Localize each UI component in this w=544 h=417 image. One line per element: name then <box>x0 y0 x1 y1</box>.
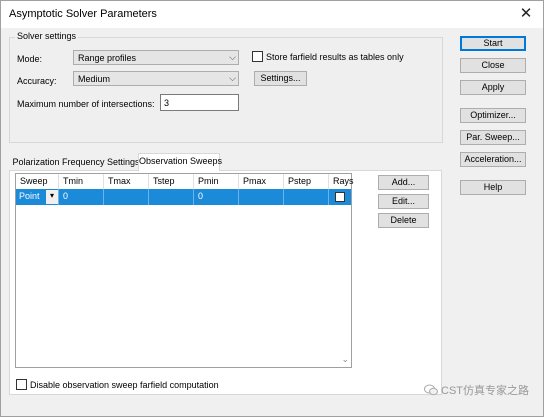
tmin-cell[interactable]: 0 <box>59 189 104 205</box>
wechat-icon <box>423 384 438 396</box>
chevron-down-icon: ⌵ <box>229 73 236 83</box>
close-icon[interactable]: ✕ <box>515 3 537 25</box>
edit-button[interactable]: Edit... <box>378 194 429 209</box>
disable-sweep-checkbox[interactable] <box>16 379 27 390</box>
mode-dropdown[interactable]: Range profiles ⌵ <box>73 50 239 65</box>
rays-checkbox[interactable] <box>335 192 345 202</box>
store-farfield-checkbox[interactable] <box>252 51 263 62</box>
column-header-pstep: Pstep <box>284 174 329 189</box>
apply-button[interactable]: Apply <box>460 80 526 95</box>
pmin-cell[interactable]: 0 <box>194 189 239 205</box>
settings-button[interactable]: Settings... <box>254 71 307 86</box>
title-bar: Asymptotic Solver Parameters ✕ <box>1 1 543 28</box>
rays-cell[interactable] <box>329 189 351 205</box>
watermark: CST仿真专家之路 <box>423 382 529 398</box>
par-sweep-button[interactable]: Par. Sweep... <box>460 130 526 145</box>
acceleration-button[interactable]: Acceleration... <box>460 152 526 167</box>
watermark-text: CST仿真专家之路 <box>441 385 529 397</box>
mode-value: Range profiles <box>78 53 137 63</box>
max-intersections-label: Maximum number of intersections: <box>17 99 155 109</box>
max-intersections-input[interactable]: 3 <box>160 94 239 111</box>
column-header-tmin: Tmin <box>59 174 104 189</box>
scroll-down-icon[interactable]: ⌄ <box>341 354 349 365</box>
column-header-rays: Rays <box>329 174 354 189</box>
delete-button[interactable]: Delete <box>378 213 429 228</box>
optimizer-button[interactable]: Optimizer... <box>460 108 526 123</box>
column-header-tstep: Tstep <box>149 174 194 189</box>
close-button[interactable]: Close <box>460 58 526 73</box>
column-header-pmax: Pmax <box>239 174 284 189</box>
tab-observation-sweeps[interactable]: Observation Sweeps <box>138 153 222 171</box>
accuracy-value: Medium <box>78 74 111 84</box>
tab-polarization[interactable]: Polarization <box>12 155 60 170</box>
column-header-pmin: Pmin <box>194 174 239 189</box>
sweep-type-value: Point <box>19 191 40 201</box>
chevron-down-icon: ⌵ <box>229 52 236 62</box>
column-header-tmax: Tmax <box>104 174 149 189</box>
pstep-cell[interactable] <box>284 189 329 205</box>
add-button[interactable]: Add... <box>378 175 429 190</box>
tstep-cell[interactable] <box>149 189 194 205</box>
pmax-cell[interactable] <box>239 189 284 205</box>
sweep-table: Sweep Tmin Tmax Tstep Pmin Pmax Pstep Ra… <box>15 173 354 368</box>
accuracy-dropdown[interactable]: Medium ⌵ <box>73 71 239 86</box>
help-button[interactable]: Help <box>460 180 526 195</box>
tab-frequency-settings[interactable]: Frequency Settings <box>62 155 140 170</box>
sweep-type-cell[interactable]: Point ▾ <box>16 189 59 205</box>
mode-label: Mode: <box>17 54 43 64</box>
chevron-down-icon[interactable]: ▾ <box>46 190 58 204</box>
store-farfield-label: Store farfield results as tables only <box>266 52 404 62</box>
column-header-sweep: Sweep <box>16 174 59 189</box>
disable-sweep-label: Disable observation sweep farfield compu… <box>30 380 219 390</box>
solver-settings-legend: Solver settings <box>15 31 79 41</box>
accuracy-label: Accuracy: <box>17 76 57 86</box>
tmax-cell[interactable] <box>104 189 149 205</box>
dialog-window: Asymptotic Solver Parameters ✕ Solver se… <box>0 0 544 417</box>
start-button[interactable]: Start <box>460 36 526 51</box>
window-title: Asymptotic Solver Parameters <box>9 8 157 20</box>
